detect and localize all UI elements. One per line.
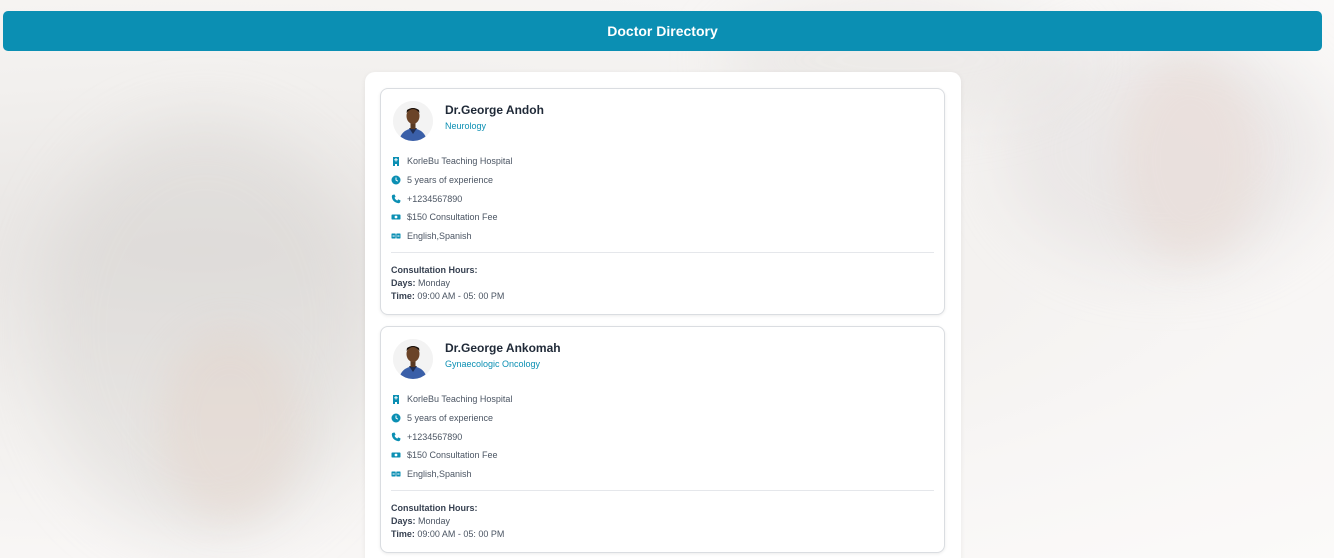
doctor-list-panel: Dr.George Andoh Neurology KorleBu Teachi…	[365, 72, 961, 558]
doctor-info-list: KorleBu Teaching Hospital 5 years of exp…	[391, 390, 512, 483]
doctor-name: Dr.George Andoh	[445, 103, 544, 117]
money-icon	[391, 452, 401, 458]
phone-number: +1234567890	[407, 431, 463, 442]
background-blur	[1000, 30, 1330, 270]
doctor-card[interactable]: Dr.George Ankomah Gynaecologic Oncology …	[380, 326, 945, 553]
days-label: Days:	[391, 516, 416, 526]
phone-row: +1234567890	[391, 427, 512, 446]
days-value: Monday	[418, 278, 451, 288]
hospital-name: KorleBu Teaching Hospital	[407, 156, 513, 167]
doctor-card[interactable]: Dr.George Andoh Neurology KorleBu Teachi…	[380, 88, 945, 315]
hours-title: Consultation Hours:	[391, 503, 478, 513]
experience-row: 5 years of experience	[391, 171, 512, 190]
background-blur	[40, 120, 370, 540]
consultation-fee: $150 Consultation Fee	[407, 212, 498, 223]
languages: English,Spanish	[407, 469, 472, 480]
card-divider	[391, 490, 934, 491]
card-divider	[391, 252, 934, 253]
hospital-name: KorleBu Teaching Hospital	[407, 394, 513, 405]
consultation-hours: Consultation Hours: Days: Monday Time: 0…	[391, 503, 504, 542]
hours-time: Time: 09:00 AM - 05: 00 PM	[391, 529, 504, 542]
phone-number: +1234567890	[407, 193, 463, 204]
background-blur	[1120, 60, 1260, 260]
time-label: Time:	[391, 529, 415, 539]
doctor-info-list: KorleBu Teaching Hospital 5 years of exp…	[391, 152, 512, 245]
page-title: Doctor Directory	[607, 23, 718, 39]
fee-row: $150 Consultation Fee	[391, 446, 512, 465]
experience-text: 5 years of experience	[407, 413, 494, 424]
time-label: Time:	[391, 291, 415, 301]
doctor-name: Dr.George Ankomah	[445, 341, 561, 355]
background-blur	[160, 330, 300, 520]
doctor-avatar	[393, 339, 433, 379]
phone-icon	[391, 432, 401, 441]
doctor-specialty: Gynaecologic Oncology	[445, 359, 541, 369]
languages-row: English,Spanish	[391, 227, 512, 246]
money-icon	[391, 214, 401, 220]
doctor-specialty: Neurology	[445, 121, 487, 131]
hours-time: Time: 09:00 AM - 05: 00 PM	[391, 291, 504, 304]
hours-days: Days: Monday	[391, 516, 504, 529]
hours-days: Days: Monday	[391, 278, 504, 291]
phone-row: +1234567890	[391, 189, 512, 208]
clock-icon	[391, 413, 401, 423]
hours-title: Consultation Hours:	[391, 265, 478, 275]
page-header: Doctor Directory	[3, 11, 1322, 51]
days-label: Days:	[391, 278, 416, 288]
days-value: Monday	[418, 516, 451, 526]
hospital-row: KorleBu Teaching Hospital	[391, 152, 512, 171]
clock-icon	[391, 175, 401, 185]
languages: English,Spanish	[407, 231, 472, 242]
time-value: 09:00 AM - 05: 00 PM	[417, 291, 505, 301]
hospital-row: KorleBu Teaching Hospital	[391, 390, 512, 409]
consultation-hours: Consultation Hours: Days: Monday Time: 0…	[391, 265, 504, 304]
fee-row: $150 Consultation Fee	[391, 208, 512, 227]
consultation-fee: $150 Consultation Fee	[407, 450, 498, 461]
phone-icon	[391, 194, 401, 203]
language-icon	[391, 233, 401, 239]
experience-text: 5 years of experience	[407, 175, 494, 186]
hospital-icon	[393, 395, 399, 405]
language-icon	[391, 471, 401, 477]
doctor-avatar	[393, 101, 433, 141]
time-value: 09:00 AM - 05: 00 PM	[417, 529, 505, 539]
languages-row: English,Spanish	[391, 465, 512, 484]
hospital-icon	[393, 157, 399, 167]
experience-row: 5 years of experience	[391, 409, 512, 428]
